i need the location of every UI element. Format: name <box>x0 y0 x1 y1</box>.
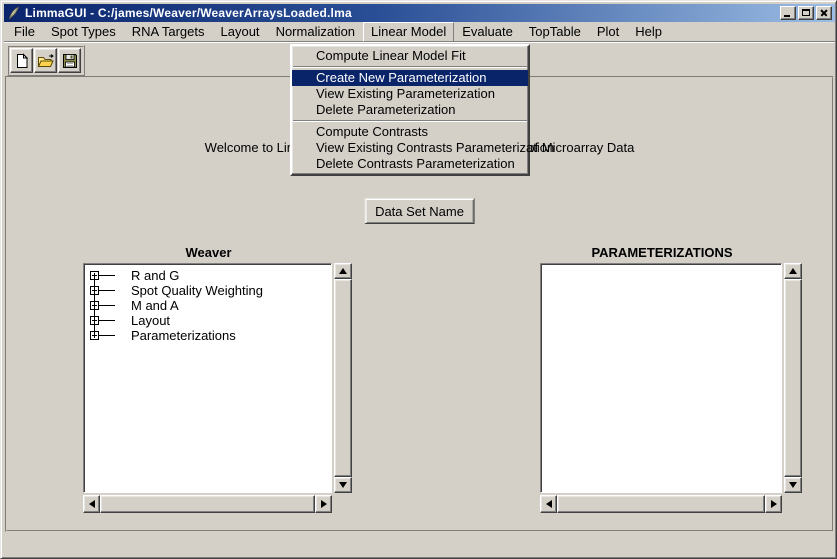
scroll-left-button[interactable] <box>540 495 557 513</box>
tree-connector-line <box>99 275 115 276</box>
toolbar <box>7 45 85 76</box>
menubar-item[interactable]: Layout <box>213 22 268 42</box>
scrollbar-thumb[interactable] <box>100 495 315 513</box>
tree-connector-line <box>99 290 115 291</box>
menu-item-label: Delete Parameterization <box>316 102 455 117</box>
menubar-item[interactable]: Help <box>627 22 670 42</box>
tk-feather-icon <box>7 6 21 20</box>
menubar-item[interactable]: File <box>6 22 43 42</box>
scroll-up-button[interactable] <box>784 263 802 279</box>
menu-item[interactable]: Delete Parameterization <box>292 102 528 118</box>
scroll-up-button[interactable] <box>334 263 352 279</box>
tree-item[interactable]: M and A <box>90 298 331 313</box>
tree-item-label[interactable]: Layout <box>131 313 170 328</box>
arrow-up-icon <box>339 268 347 274</box>
menu-item-label: Compute Contrasts <box>316 124 428 139</box>
scroll-right-button[interactable] <box>315 495 332 513</box>
menu-item[interactable]: Compute Contrasts <box>292 124 528 140</box>
arrow-up-icon <box>789 268 797 274</box>
menubar-item[interactable]: Spot Types <box>43 22 124 42</box>
menu-item-label: Delete Contrasts Parameterization <box>316 156 515 171</box>
scrollbar-thumb[interactable] <box>334 279 352 477</box>
menu-item[interactable] <box>293 66 527 68</box>
menubar-item[interactable]: RNA Targets <box>124 22 213 42</box>
new-file-icon <box>14 53 30 69</box>
arrow-right-icon <box>771 500 777 508</box>
right-horizontal-scrollbar[interactable] <box>540 495 782 513</box>
tree-item[interactable]: Spot Quality Weighting <box>90 283 331 298</box>
new-file-button[interactable] <box>10 48 33 73</box>
menubar-item[interactable]: Plot <box>589 22 627 42</box>
menu-item-label: View Existing Parameterization <box>316 86 495 101</box>
scrollbar-thumb[interactable] <box>557 495 765 513</box>
app-window: LimmaGUI - C:/james/Weaver/WeaverArraysL… <box>0 0 837 559</box>
dataset-tree: R and G Spot Quality Weighting M and A <box>84 264 331 343</box>
arrow-right-icon <box>321 500 327 508</box>
parameterizations-listbox[interactable] <box>540 263 782 493</box>
tree-item-label[interactable]: R and G <box>131 268 179 283</box>
menu-item[interactable]: Delete Contrasts Parameterization <box>292 156 528 172</box>
tree-item-label[interactable]: Parameterizations <box>131 328 236 343</box>
scrollbar-thumb[interactable] <box>784 279 802 477</box>
menubar: File Spot Types RNA Targets Layout Norma… <box>4 22 835 42</box>
menubar-item[interactable]: Normalization <box>268 22 363 42</box>
menu-item[interactable]: Create New Parameterization <box>292 70 528 86</box>
tree-connector-line <box>99 335 115 336</box>
menu-item[interactable]: View Existing Contrasts Parameterization <box>292 140 528 156</box>
window-title: LimmaGUI - C:/james/Weaver/WeaverArraysL… <box>25 6 780 20</box>
scroll-right-button[interactable] <box>765 495 782 513</box>
menu-item-label: View Existing Contrasts Parameterization <box>316 140 554 155</box>
minimize-button[interactable] <box>780 6 796 20</box>
tree-item[interactable]: R and G <box>90 268 331 283</box>
scroll-down-button[interactable] <box>334 477 352 493</box>
tree-vertical-line <box>94 275 95 335</box>
maximize-button[interactable] <box>798 6 814 20</box>
left-panel-title: Weaver <box>83 245 334 260</box>
minimize-icon <box>784 15 790 17</box>
open-folder-icon <box>37 53 55 69</box>
arrow-down-icon <box>789 482 797 488</box>
menubar-item[interactable]: TopTable <box>521 22 589 42</box>
menu-item-label: Compute Linear Model Fit <box>316 48 466 63</box>
scroll-down-button[interactable] <box>784 477 802 493</box>
menu-item[interactable]: Compute Linear Model Fit <box>292 48 528 64</box>
save-icon <box>62 53 78 69</box>
linear-model-menu: Compute Linear Model Fit Create New Para… <box>290 44 530 176</box>
menubar-item[interactable]: Evaluate <box>454 22 521 42</box>
right-vertical-scrollbar[interactable] <box>784 263 802 493</box>
menubar-item[interactable]: Linear Model <box>363 22 454 42</box>
left-vertical-scrollbar[interactable] <box>334 263 352 493</box>
maximize-icon <box>802 9 810 16</box>
arrow-down-icon <box>339 482 347 488</box>
tree-item[interactable]: Parameterizations <box>90 328 331 343</box>
menu-item-label: Create New Parameterization <box>316 70 487 85</box>
tree-item[interactable]: Layout <box>90 313 331 328</box>
open-file-button[interactable] <box>34 48 57 73</box>
menu-item[interactable]: View Existing Parameterization <box>292 86 528 102</box>
data-set-name-button[interactable]: Data Set Name <box>364 198 475 224</box>
arrow-left-icon <box>89 500 95 508</box>
tree-connector-line <box>99 320 115 321</box>
scroll-left-button[interactable] <box>83 495 100 513</box>
menu-item[interactable] <box>293 120 527 122</box>
left-horizontal-scrollbar[interactable] <box>83 495 332 513</box>
dataset-tree-listbox[interactable]: R and G Spot Quality Weighting M and A <box>83 263 332 493</box>
close-button[interactable] <box>816 6 832 20</box>
tree-item-label[interactable]: M and A <box>131 298 179 313</box>
titlebar[interactable]: LimmaGUI - C:/james/Weaver/WeaverArraysL… <box>4 4 835 22</box>
save-file-button[interactable] <box>58 48 81 73</box>
tree-connector-line <box>99 305 115 306</box>
right-panel-title: PARAMETERIZATIONS <box>540 245 784 260</box>
tree-item-label[interactable]: Spot Quality Weighting <box>131 283 263 298</box>
arrow-left-icon <box>546 500 552 508</box>
